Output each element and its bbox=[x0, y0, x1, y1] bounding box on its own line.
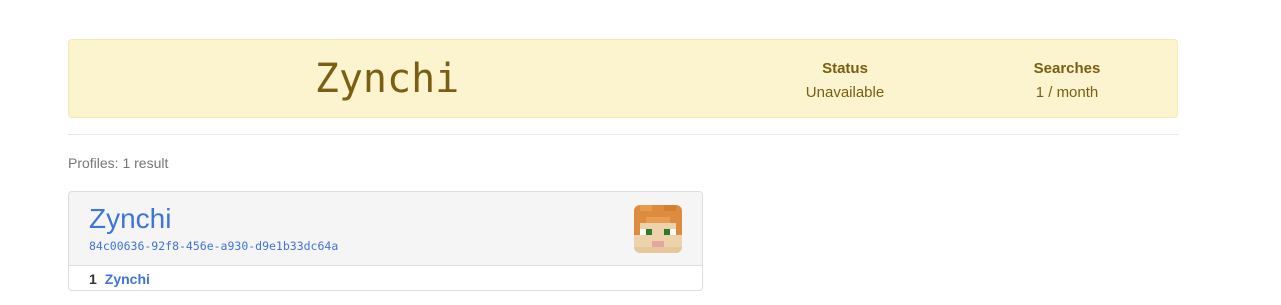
searches-label: Searches bbox=[1033, 60, 1101, 77]
history-index: 1 bbox=[89, 271, 97, 287]
status-label: Status bbox=[822, 60, 868, 77]
profile-uuid: 84c00636-92f8-456e-a930-d9e1b33dc64a bbox=[89, 239, 339, 253]
section-divider bbox=[68, 134, 1178, 135]
searches-stat: Searches 1 / month bbox=[987, 59, 1147, 102]
status-value: Unavailable bbox=[805, 84, 885, 101]
profile-name-link[interactable]: Zynchi bbox=[89, 202, 171, 236]
player-head-avatar-icon[interactable] bbox=[634, 205, 682, 253]
searches-value: 1 / month bbox=[1035, 84, 1099, 101]
profile-card: Zynchi 84c00636-92f8-456e-a930-d9e1b33dc… bbox=[68, 191, 703, 291]
username-status-banner: Zynchi Status Unavailable Searches 1 / m… bbox=[68, 39, 1178, 118]
results-count: Profiles: 1 result bbox=[68, 155, 169, 171]
name-history-list: 1 Zynchi bbox=[89, 271, 150, 288]
page: Zynchi Status Unavailable Searches 1 / m… bbox=[0, 0, 1281, 305]
history-name-link[interactable]: Zynchi bbox=[105, 271, 150, 287]
status-stat: Status Unavailable bbox=[765, 59, 925, 102]
profile-card-header: Zynchi 84c00636-92f8-456e-a930-d9e1b33dc… bbox=[69, 192, 702, 266]
banner-username: Zynchi bbox=[314, 56, 460, 102]
